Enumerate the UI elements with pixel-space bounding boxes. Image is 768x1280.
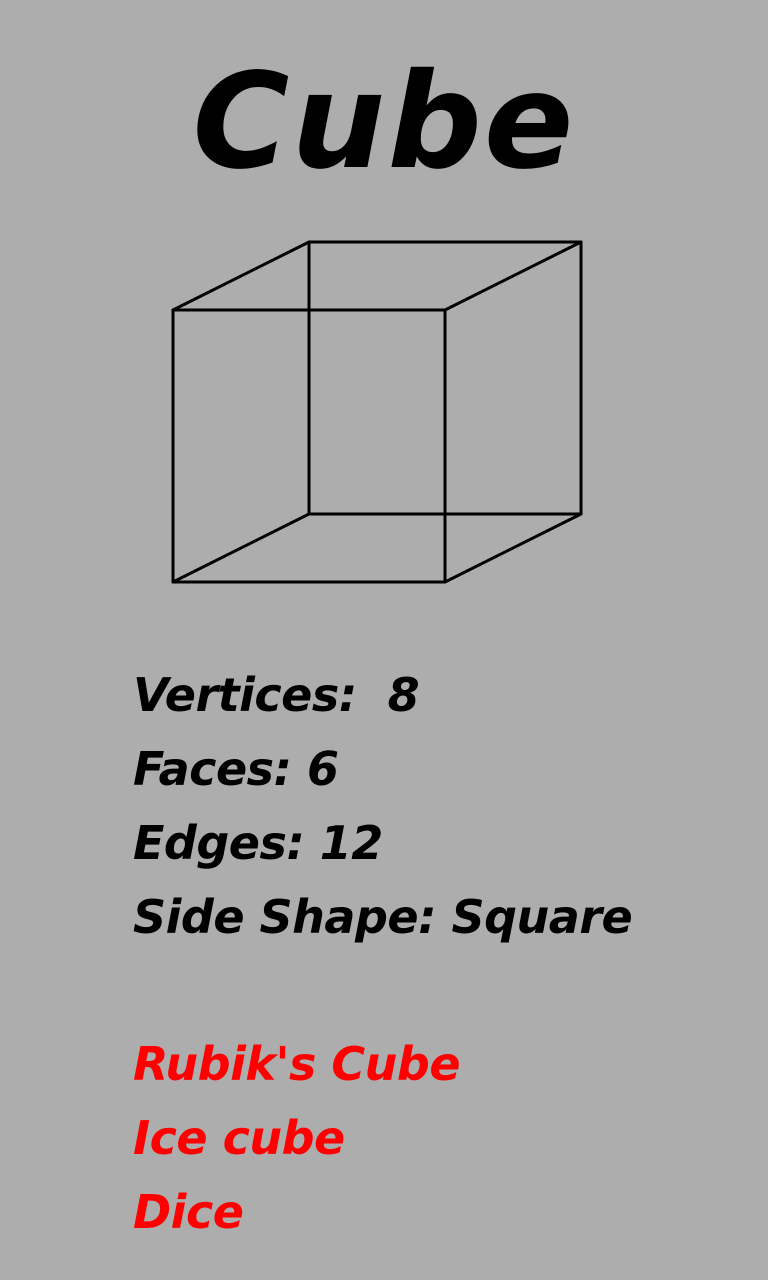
example-item: Ice cube: [133, 1111, 345, 1165]
cube-wireframe-icon: [171, 240, 583, 584]
examples-list: Rubik's Cube Ice cube Dice: [133, 1027, 461, 1249]
example-item: Rubik's Cube: [133, 1037, 461, 1091]
property-edges: Edges: 12: [133, 816, 383, 870]
cube-edge: [443, 512, 583, 584]
page-title: Cube: [192, 45, 576, 199]
property-side-shape: Side Shape: Square: [133, 890, 633, 944]
cube-edge: [443, 240, 583, 312]
cube-edge: [171, 240, 311, 312]
cube-edge: [171, 512, 311, 584]
properties-list: Vertices: 8 Faces: 6 Edges: 12 Side Shap…: [133, 658, 633, 954]
example-item: Dice: [133, 1185, 244, 1239]
property-vertices: Vertices: 8: [133, 668, 420, 722]
property-faces: Faces: 6: [133, 742, 339, 796]
